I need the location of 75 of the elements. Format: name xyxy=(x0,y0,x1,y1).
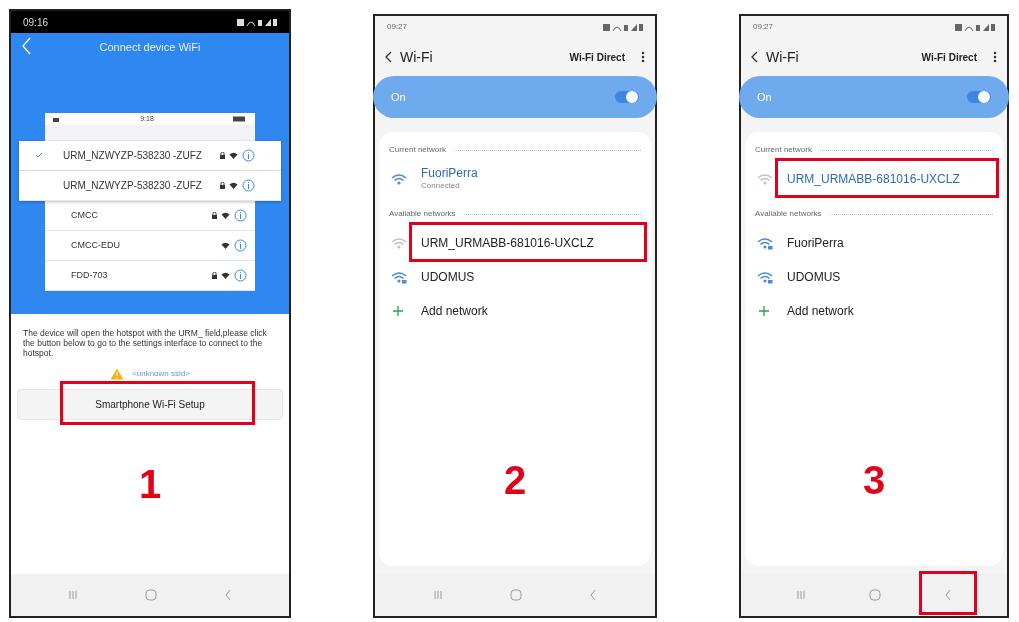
network-row[interactable]: FDD-703 xyxy=(45,260,255,291)
network-name[interactable]: URM_URMABB-681016-UXCLZ xyxy=(787,172,960,186)
more-options-icon xyxy=(641,51,645,63)
status-time: 09:27 xyxy=(387,21,408,33)
wifi-direct-link[interactable]: Wi-Fi Direct xyxy=(921,49,977,65)
network-name: URM_NZWYZP-538230 -ZUFZ xyxy=(63,149,203,161)
info-icon xyxy=(234,238,247,252)
network-name: CMCC-EDU xyxy=(71,239,121,251)
network-name[interactable]: FuoriPerra xyxy=(787,236,844,250)
plus-icon xyxy=(393,306,403,316)
instruction-text: The device will open the hotspot with the URM_ field,please click the button below to go to the settings interface to connect to the hotspot. xyxy=(22,327,268,358)
network-row[interactable]: CMCC xyxy=(45,200,255,231)
back-icon xyxy=(589,589,598,601)
network-row[interactable]: URM_NZWYZP-538230 -ZUFZ xyxy=(19,140,281,171)
wifi-direct-link[interactable]: Wi-Fi Direct xyxy=(569,49,625,65)
wifi-icon xyxy=(221,241,230,249)
info-icon xyxy=(234,208,247,222)
network-name[interactable]: UDOMUS xyxy=(421,270,475,284)
wifi-icon xyxy=(229,151,238,159)
network-name: FDD-703 xyxy=(71,269,109,281)
ssid-text: <unknown ssid> xyxy=(132,368,190,380)
network-row[interactable]: CMCC-EDU xyxy=(45,230,255,261)
section-heading: Available networks xyxy=(389,208,456,220)
home-icon xyxy=(145,589,157,601)
screen-title: Wi-Fi xyxy=(400,47,434,67)
section-heading: Current network xyxy=(389,144,446,156)
wifi-icon xyxy=(221,211,230,219)
status-icons xyxy=(237,17,277,27)
recent-apps-icon xyxy=(432,590,443,600)
section-heading: Available networks xyxy=(755,208,822,220)
switch-icon xyxy=(967,90,991,104)
status-time: 09:27 xyxy=(753,21,774,33)
network-name[interactable]: UDOMUS xyxy=(787,270,841,284)
step-number: 2 xyxy=(502,460,528,500)
status-time: 09:16 xyxy=(23,15,49,30)
wifi-icon xyxy=(221,271,230,279)
recent-apps-icon xyxy=(68,590,79,600)
battery-icon xyxy=(233,116,247,122)
network-name[interactable]: URM_URMABB-681016-UXCLZ xyxy=(421,236,594,250)
home-icon xyxy=(510,589,522,601)
plus-icon xyxy=(759,306,769,316)
wifi-icon xyxy=(391,172,407,186)
status-icons xyxy=(955,22,995,32)
signal-icon xyxy=(53,116,61,122)
back-icon xyxy=(385,51,392,63)
back-icon xyxy=(751,51,758,63)
info-icon xyxy=(234,268,247,282)
add-network-link[interactable]: Add network xyxy=(421,302,488,320)
wifi-icon xyxy=(229,181,238,189)
network-status: Connected xyxy=(421,180,461,192)
network-name[interactable]: FuoriPerra xyxy=(421,166,478,180)
screen-title: Wi-Fi xyxy=(766,47,800,67)
network-name: URM_NZWYZP-538230 -ZUFZ xyxy=(63,179,203,191)
toggle-label: On xyxy=(757,89,772,105)
status-icons xyxy=(603,22,643,32)
recent-apps-icon xyxy=(796,590,807,600)
step-number: 1 xyxy=(137,464,163,504)
info-icon xyxy=(242,148,255,162)
back-icon xyxy=(223,589,232,601)
info-icon xyxy=(242,178,255,192)
home-icon xyxy=(869,589,881,601)
switch-icon xyxy=(615,90,639,104)
toggle-label: On xyxy=(391,89,406,105)
more-options-icon xyxy=(993,51,997,63)
back-icon xyxy=(943,589,952,601)
setup-button[interactable]: Smartphone Wi-Fi Setup xyxy=(17,389,283,420)
wifi-icon xyxy=(757,172,773,186)
section-heading: Current network xyxy=(755,144,812,156)
back-icon[interactable] xyxy=(21,37,31,55)
add-network-link[interactable]: Add network xyxy=(787,302,854,320)
screen-title: Connect device WiFi xyxy=(99,39,201,55)
step-number: 3 xyxy=(861,460,887,500)
warning-icon xyxy=(110,368,125,380)
network-name: CMCC xyxy=(71,209,99,221)
network-row[interactable]: URM_NZWYZP-538230 -ZUFZ xyxy=(19,170,281,201)
